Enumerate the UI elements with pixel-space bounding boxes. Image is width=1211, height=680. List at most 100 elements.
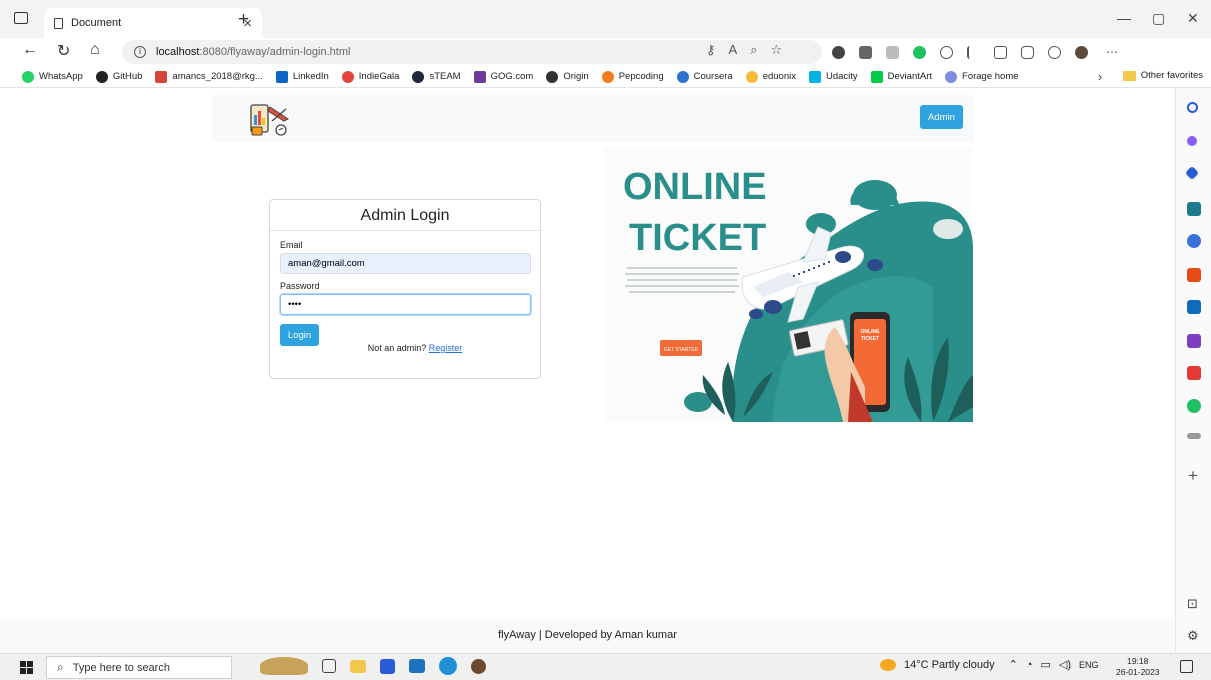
games-icon[interactable] (1187, 234, 1201, 248)
clock-time: 19:18 (1127, 656, 1149, 666)
weather-icon[interactable] (880, 658, 896, 671)
more-menu-icon[interactable]: ⋯ (1106, 45, 1118, 59)
shopping-tag-icon[interactable] (1184, 165, 1200, 181)
office-icon[interactable] (1187, 268, 1201, 282)
taskbar-search-placeholder: Type here to search (72, 661, 170, 674)
app-icon[interactable] (471, 658, 486, 674)
refresh-icon[interactable]: ↻ (57, 41, 70, 61)
notification-icon[interactable] (1180, 660, 1193, 673)
browser-tab-bar: Document × + — ▢ ✕ (0, 0, 1211, 38)
edge-icon[interactable] (439, 657, 457, 675)
file-explorer-icon[interactable] (350, 659, 366, 673)
task-view-icon[interactable] (322, 659, 336, 673)
extension-icon[interactable] (832, 45, 845, 59)
store-icon[interactable] (380, 658, 395, 674)
browser-sidebar: + ⊡ ⚙ (1175, 88, 1211, 653)
login-form: Email Password Login Not an admin? Regis… (270, 231, 540, 353)
coursera-icon (676, 70, 689, 83)
gmail-icon (155, 70, 168, 83)
bookmark-whatsapp[interactable]: WhatsApp (22, 70, 83, 83)
register-link[interactable]: Register (429, 343, 463, 353)
zoom-icon[interactable]: ⌕ (750, 42, 757, 58)
designer-icon[interactable] (1187, 334, 1201, 348)
forage-icon (945, 70, 958, 83)
udacity-icon (808, 70, 821, 83)
windows-start-icon[interactable] (20, 661, 33, 674)
mail-icon[interactable] (409, 659, 425, 673)
register-prompt: Not an admin? Register (300, 343, 530, 353)
screenshot-icon[interactable] (1021, 45, 1034, 59)
bookmark-gog[interactable]: GOG.com (473, 70, 533, 83)
password-field[interactable] (280, 294, 531, 315)
battery-icon[interactable]: ▭ (1040, 658, 1050, 671)
key-icon[interactable]: ⚷ (706, 42, 716, 58)
browser-tab-document[interactable]: Document × (44, 8, 262, 38)
language-indicator[interactable]: ENG (1079, 660, 1099, 670)
extension-icon[interactable] (859, 45, 872, 59)
add-sidebar-app-icon[interactable]: + (1188, 466, 1198, 486)
close-window-button[interactable]: ✕ (1187, 10, 1199, 27)
outlook-icon[interactable] (1187, 300, 1201, 314)
browser-essentials-icon[interactable] (1048, 45, 1061, 59)
other-favorites-folder[interactable]: Other favorites (1122, 70, 1203, 81)
taskbar-clock[interactable]: 19:18 26-01-2023 (1116, 656, 1159, 678)
copilot-icon[interactable] (1187, 136, 1197, 146)
read-aloud-icon[interactable]: A (729, 42, 738, 58)
back-icon[interactable]: ← (22, 41, 38, 59)
bookmarks-bar: WhatsApp GitHub amancs_2018@rkg... Linke… (0, 66, 1211, 88)
indiegala-icon (341, 70, 354, 83)
search-icon[interactable] (1187, 102, 1198, 113)
minimize-button[interactable]: — (1117, 10, 1131, 26)
admin-login-card: Admin Login Email Password Login Not an … (269, 199, 541, 379)
tab-actions-icon[interactable] (14, 12, 28, 24)
volume-icon[interactable]: ◁) (1059, 658, 1071, 671)
site-navbar: Admin (212, 95, 974, 142)
bookmark-steam[interactable]: sTEAM (412, 70, 461, 83)
news-icon[interactable] (1187, 433, 1201, 439)
tools-icon[interactable] (1187, 202, 1201, 216)
restore-button[interactable]: ▢ (1152, 10, 1165, 27)
admin-button[interactable]: Admin (920, 105, 963, 129)
steam-icon (412, 70, 425, 83)
get-started-label: GET STARTED (664, 347, 699, 353)
footer-text: flyAway | Developed by Aman kumar (498, 629, 677, 641)
bookmark-gmail[interactable]: amancs_2018@rkg... (155, 70, 263, 83)
weather-text[interactable]: 14°C Partly cloudy (904, 659, 995, 671)
extension-icon[interactable] (886, 45, 899, 59)
taskbar-search-input[interactable]: ⌕ Type here to search (46, 656, 232, 679)
collections-icon[interactable] (994, 45, 1007, 59)
bookmark-eduonix[interactable]: eduonix (745, 70, 796, 83)
music-icon[interactable] (1187, 366, 1201, 380)
bookmark-deviantart[interactable]: DeviantArt (870, 70, 932, 83)
bookmark-pepcoding[interactable]: Pepcoding (601, 70, 664, 83)
hero-title-line2: TICKET (629, 217, 766, 259)
phone-text-line2: TICKET (861, 336, 879, 342)
bookmark-udacity[interactable]: Udacity (808, 70, 858, 83)
bookmark-linkedin[interactable]: LinkedIn (275, 70, 329, 83)
home-icon[interactable]: ⌂ (90, 41, 100, 59)
flyaway-logo[interactable] (248, 101, 292, 137)
eduonix-icon (745, 70, 758, 83)
widgets-icon[interactable] (260, 657, 308, 675)
network-icon[interactable]: ◔ (1026, 659, 1033, 671)
bookmarks-more-chevron[interactable]: › (1098, 69, 1102, 84)
bookmark-forage[interactable]: Forage home (945, 70, 1019, 83)
bookmark-github[interactable]: GitHub (95, 70, 142, 83)
favorites-icon[interactable] (967, 45, 980, 59)
tray-chevron-icon[interactable]: ⌃ (1009, 658, 1018, 671)
bookmark-coursera[interactable]: Coursera (676, 70, 733, 83)
tab-title: Document (71, 17, 122, 29)
extension-icon[interactable] (940, 45, 953, 59)
bookmark-origin[interactable]: Origin (546, 70, 589, 83)
bookmark-indiegala[interactable]: IndieGala (341, 70, 399, 83)
taskbar-apps (260, 657, 486, 675)
profile-avatar[interactable] (1075, 45, 1088, 59)
favorite-star-icon[interactable]: ☆ (770, 42, 782, 58)
site-info-icon[interactable]: i (134, 46, 146, 58)
spotify-icon[interactable] (1187, 399, 1201, 413)
email-field[interactable] (280, 253, 531, 274)
new-tab-button[interactable]: + (238, 9, 249, 31)
extension-icon[interactable] (913, 45, 926, 59)
settings-gear-icon[interactable]: ⚙ (1187, 628, 1199, 644)
sidebar-layout-icon[interactable]: ⊡ (1187, 596, 1198, 612)
